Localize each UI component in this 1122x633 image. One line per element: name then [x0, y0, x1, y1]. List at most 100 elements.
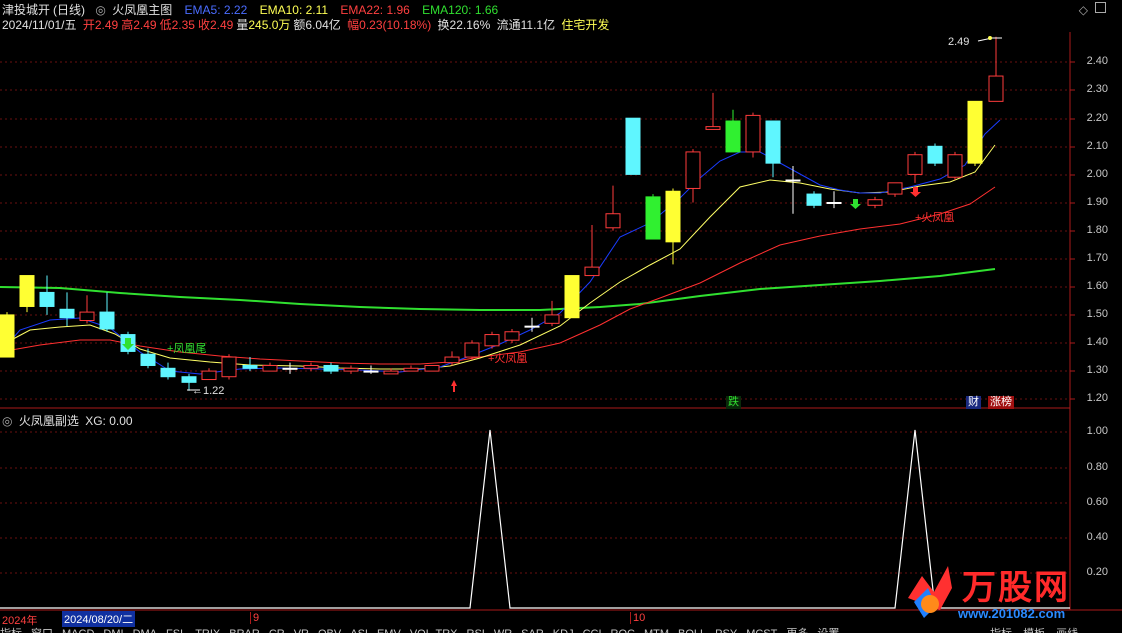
- chart-canvas[interactable]: [0, 0, 1122, 633]
- watermark-emblem-icon: [908, 566, 952, 618]
- candle-body: [544, 314, 560, 324]
- candle-body: [887, 182, 903, 195]
- candle-body: [988, 75, 1004, 102]
- candle-body: [826, 202, 842, 204]
- fire-phoenix-label-2: +火凤凰: [915, 212, 955, 224]
- watermark-url: www.201082.com: [958, 606, 1066, 621]
- candle-body: [967, 100, 983, 164]
- candle-body: [39, 291, 55, 307]
- indicator-tab[interactable]: DMI: [103, 628, 123, 633]
- sub-tick: 0.40: [1086, 531, 1108, 543]
- candle-body: [806, 193, 822, 206]
- indicator-tab[interactable]: 设置: [817, 628, 839, 633]
- candle-body: [242, 364, 258, 369]
- candle-body: [99, 311, 115, 330]
- candle-body: [605, 213, 621, 229]
- indicator-tab[interactable]: CCI: [583, 628, 602, 633]
- indicator-tab[interactable]: 更多: [786, 628, 808, 633]
- fire-phoenix-label-1: +火凤凰: [488, 353, 528, 365]
- candle-body: [645, 196, 661, 240]
- indicator-tab[interactable]: OBV: [318, 628, 341, 633]
- limit-list-tag[interactable]: 涨榜: [988, 396, 1014, 409]
- candle-body: [947, 154, 963, 178]
- indicator-tab-bar: 指标 窗口 MACD DMI DMA FSL TRIX BRAR CR VR OBV ASI EMV VO…: [0, 625, 848, 633]
- indicator-tab[interactable]: DMA: [133, 628, 157, 633]
- price-tick: 1.50: [1086, 308, 1108, 320]
- right-tab[interactable]: 画线: [1056, 628, 1078, 633]
- indicator-tab[interactable]: CR: [269, 628, 285, 633]
- low-value-label: ←1.22: [192, 385, 225, 397]
- watermark-brand: 万股网: [962, 569, 1070, 607]
- indicator-tab[interactable]: EMV: [377, 628, 401, 633]
- month-10-label: 10: [630, 612, 645, 624]
- red-down-arrow-2: [910, 187, 921, 197]
- price-tick: 1.40: [1086, 336, 1108, 348]
- candle-body: [705, 126, 721, 130]
- candle-body: [625, 117, 641, 175]
- candle-body: [564, 275, 580, 319]
- price-tick: 1.30: [1086, 364, 1108, 376]
- candle-body: [383, 370, 399, 375]
- candle-body: [464, 342, 480, 358]
- candle-body: [0, 314, 15, 358]
- candle-body: [424, 364, 440, 372]
- candle-body: [19, 275, 35, 307]
- indicator-tab[interactable]: RSI: [467, 628, 485, 633]
- candle-body: [484, 334, 500, 347]
- candle-body: [221, 356, 237, 378]
- indicator-tab[interactable]: MTM: [644, 628, 669, 633]
- candle-body: [785, 179, 801, 182]
- candle-body: [927, 145, 943, 164]
- indicator-tab[interactable]: BRAR: [229, 628, 260, 633]
- indicator-tab[interactable]: WR: [494, 628, 512, 633]
- ema5-line: [0, 119, 1001, 375]
- indicator-tab[interactable]: VR: [294, 628, 309, 633]
- indicator-tab[interactable]: BOLL: [678, 628, 706, 633]
- sub-indicator-name[interactable]: 火凤凰副选: [19, 414, 79, 428]
- candle-body: [907, 154, 923, 175]
- price-tick: 2.10: [1086, 140, 1108, 152]
- right-tab[interactable]: 模板: [1023, 628, 1045, 633]
- candle-body: [140, 353, 156, 366]
- indicator-tab[interactable]: TRIX: [195, 628, 220, 633]
- candle-body: [584, 266, 600, 277]
- price-tick: 2.00: [1086, 168, 1108, 180]
- candle-body: [745, 114, 761, 153]
- sub-tick: 1.00: [1086, 425, 1108, 437]
- indicator-tab[interactable]: FSL: [166, 628, 186, 633]
- indicator-tab[interactable]: PSY: [715, 628, 737, 633]
- price-tick: 1.20: [1086, 392, 1108, 404]
- settings-circle-icon[interactable]: ◎: [2, 414, 12, 428]
- indicator-tab[interactable]: MCST: [746, 628, 777, 633]
- candle-body: [201, 370, 217, 381]
- fall-tag[interactable]: 跌: [726, 396, 741, 409]
- right-tab[interactable]: 指标: [990, 628, 1012, 633]
- indicator-tab[interactable]: 窗口: [31, 628, 53, 633]
- candle-body: [181, 376, 197, 383]
- finance-tag[interactable]: 财: [966, 396, 981, 409]
- indicator-tab[interactable]: ROC: [611, 628, 635, 633]
- indicator-tab[interactable]: ASI: [350, 628, 368, 633]
- indicator-tab[interactable]: KDJ: [553, 628, 574, 633]
- low-value-text: 1.22: [203, 385, 225, 397]
- candle-body: [282, 367, 298, 370]
- indicator-tab[interactable]: SAR: [521, 628, 544, 633]
- candle-body: [323, 364, 339, 372]
- sub-header: ◎ 火凤凰副选 XG: 0.00: [2, 412, 136, 429]
- ema120-line: [0, 268, 996, 311]
- candle-body: [403, 367, 419, 372]
- candle-body: [79, 311, 95, 322]
- indicator-tab[interactable]: VOL-TRX: [410, 628, 458, 633]
- candle-body: [444, 356, 460, 364]
- price-tick: 2.30: [1086, 83, 1108, 95]
- indicator-tab[interactable]: 指标: [0, 628, 22, 633]
- month-9-label: 9: [250, 612, 259, 624]
- candle-body: [685, 151, 701, 189]
- price-tick: 1.60: [1086, 280, 1108, 292]
- price-tick: 1.80: [1086, 224, 1108, 236]
- peak-value-label: 2.49: [948, 36, 970, 48]
- price-tick: 1.70: [1086, 252, 1108, 264]
- red-up-arrow-1: [451, 380, 457, 392]
- indicator-tab[interactable]: MACD: [62, 628, 94, 633]
- candle-body: [765, 120, 781, 164]
